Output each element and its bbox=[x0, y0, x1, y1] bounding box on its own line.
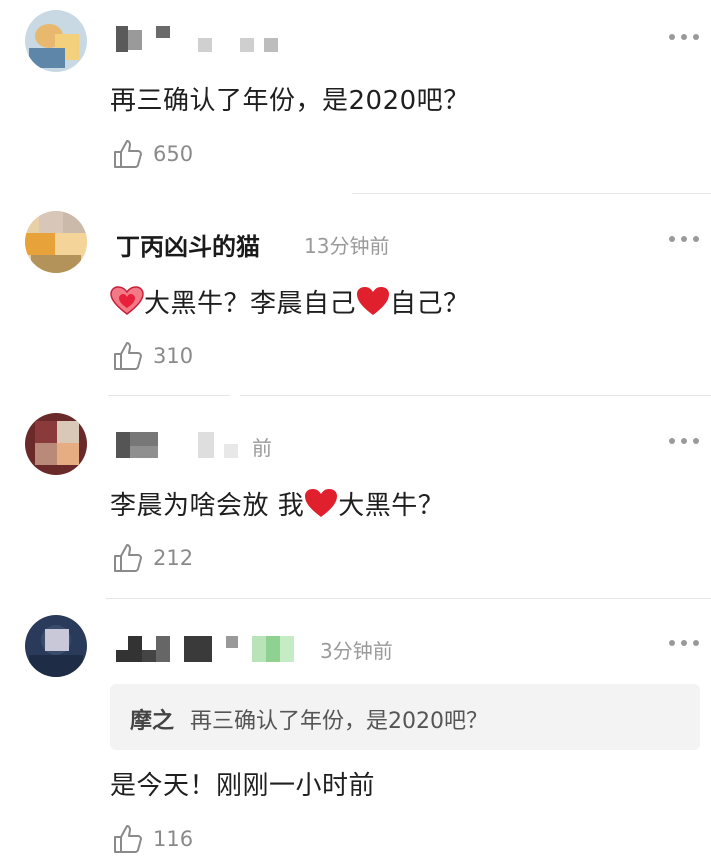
avatar[interactable] bbox=[25, 10, 87, 72]
divider bbox=[108, 395, 230, 396]
comment-text: 李晨为啥会放 我 大黑牛？ bbox=[110, 485, 444, 522]
like-count: 116 bbox=[153, 827, 194, 851]
divider bbox=[240, 395, 711, 396]
sparkle-heart-icon bbox=[110, 286, 144, 315]
thumbs-up-icon bbox=[114, 140, 142, 168]
timestamp: 3分钟前 bbox=[320, 639, 393, 663]
thumbs-up-icon bbox=[114, 825, 142, 853]
comment-text-part: 大黑牛？ bbox=[338, 491, 445, 521]
username-blurred[interactable] bbox=[116, 26, 286, 52]
timestamp: 13分钟前 bbox=[304, 234, 390, 258]
avatar[interactable] bbox=[25, 615, 87, 677]
more-dots-icon[interactable] bbox=[669, 436, 699, 446]
thumbs-up-icon bbox=[114, 342, 142, 370]
like-button[interactable]: 212 bbox=[112, 541, 193, 575]
comment-text: 是今天！刚刚一小时前 bbox=[110, 771, 376, 801]
more-dots-icon[interactable] bbox=[669, 638, 699, 648]
like-button[interactable]: 650 bbox=[112, 137, 193, 171]
like-button[interactable]: 116 bbox=[112, 822, 193, 856]
comment-text: 大黑牛？李晨自己 自己？ bbox=[110, 283, 470, 320]
avatar[interactable] bbox=[25, 211, 87, 273]
divider bbox=[106, 598, 711, 599]
like-count: 650 bbox=[153, 142, 194, 166]
avatar[interactable] bbox=[25, 413, 87, 475]
like-count: 212 bbox=[153, 546, 194, 570]
username[interactable]: 丁丙凶斗的猫 bbox=[116, 227, 260, 262]
username-blurred[interactable] bbox=[116, 432, 246, 458]
comment-text-part: 大黑牛？李晨自己 bbox=[144, 289, 357, 319]
timestamp: 前 bbox=[252, 436, 272, 460]
quoted-text: 再三确认了年份，是2020吧？ bbox=[190, 709, 488, 734]
comment-text-part: 自己？ bbox=[390, 289, 470, 319]
divider bbox=[352, 193, 711, 194]
quoted-author[interactable]: 摩之 bbox=[130, 703, 174, 735]
like-count: 310 bbox=[153, 344, 194, 368]
thumbs-up-icon bbox=[114, 544, 142, 572]
more-dots-icon[interactable] bbox=[669, 32, 699, 42]
comment-text: 再三确认了年份，是2020吧？ bbox=[110, 86, 470, 116]
heart-icon bbox=[357, 287, 390, 315]
comment-text-part: 李晨为啥会放 我 bbox=[110, 491, 305, 521]
username-blurred[interactable] bbox=[116, 636, 306, 662]
like-button[interactable]: 310 bbox=[112, 339, 193, 373]
more-dots-icon[interactable] bbox=[669, 234, 699, 244]
quoted-reply[interactable]: 摩之 再三确认了年份，是2020吧？ bbox=[110, 684, 700, 750]
heart-icon bbox=[305, 489, 338, 517]
